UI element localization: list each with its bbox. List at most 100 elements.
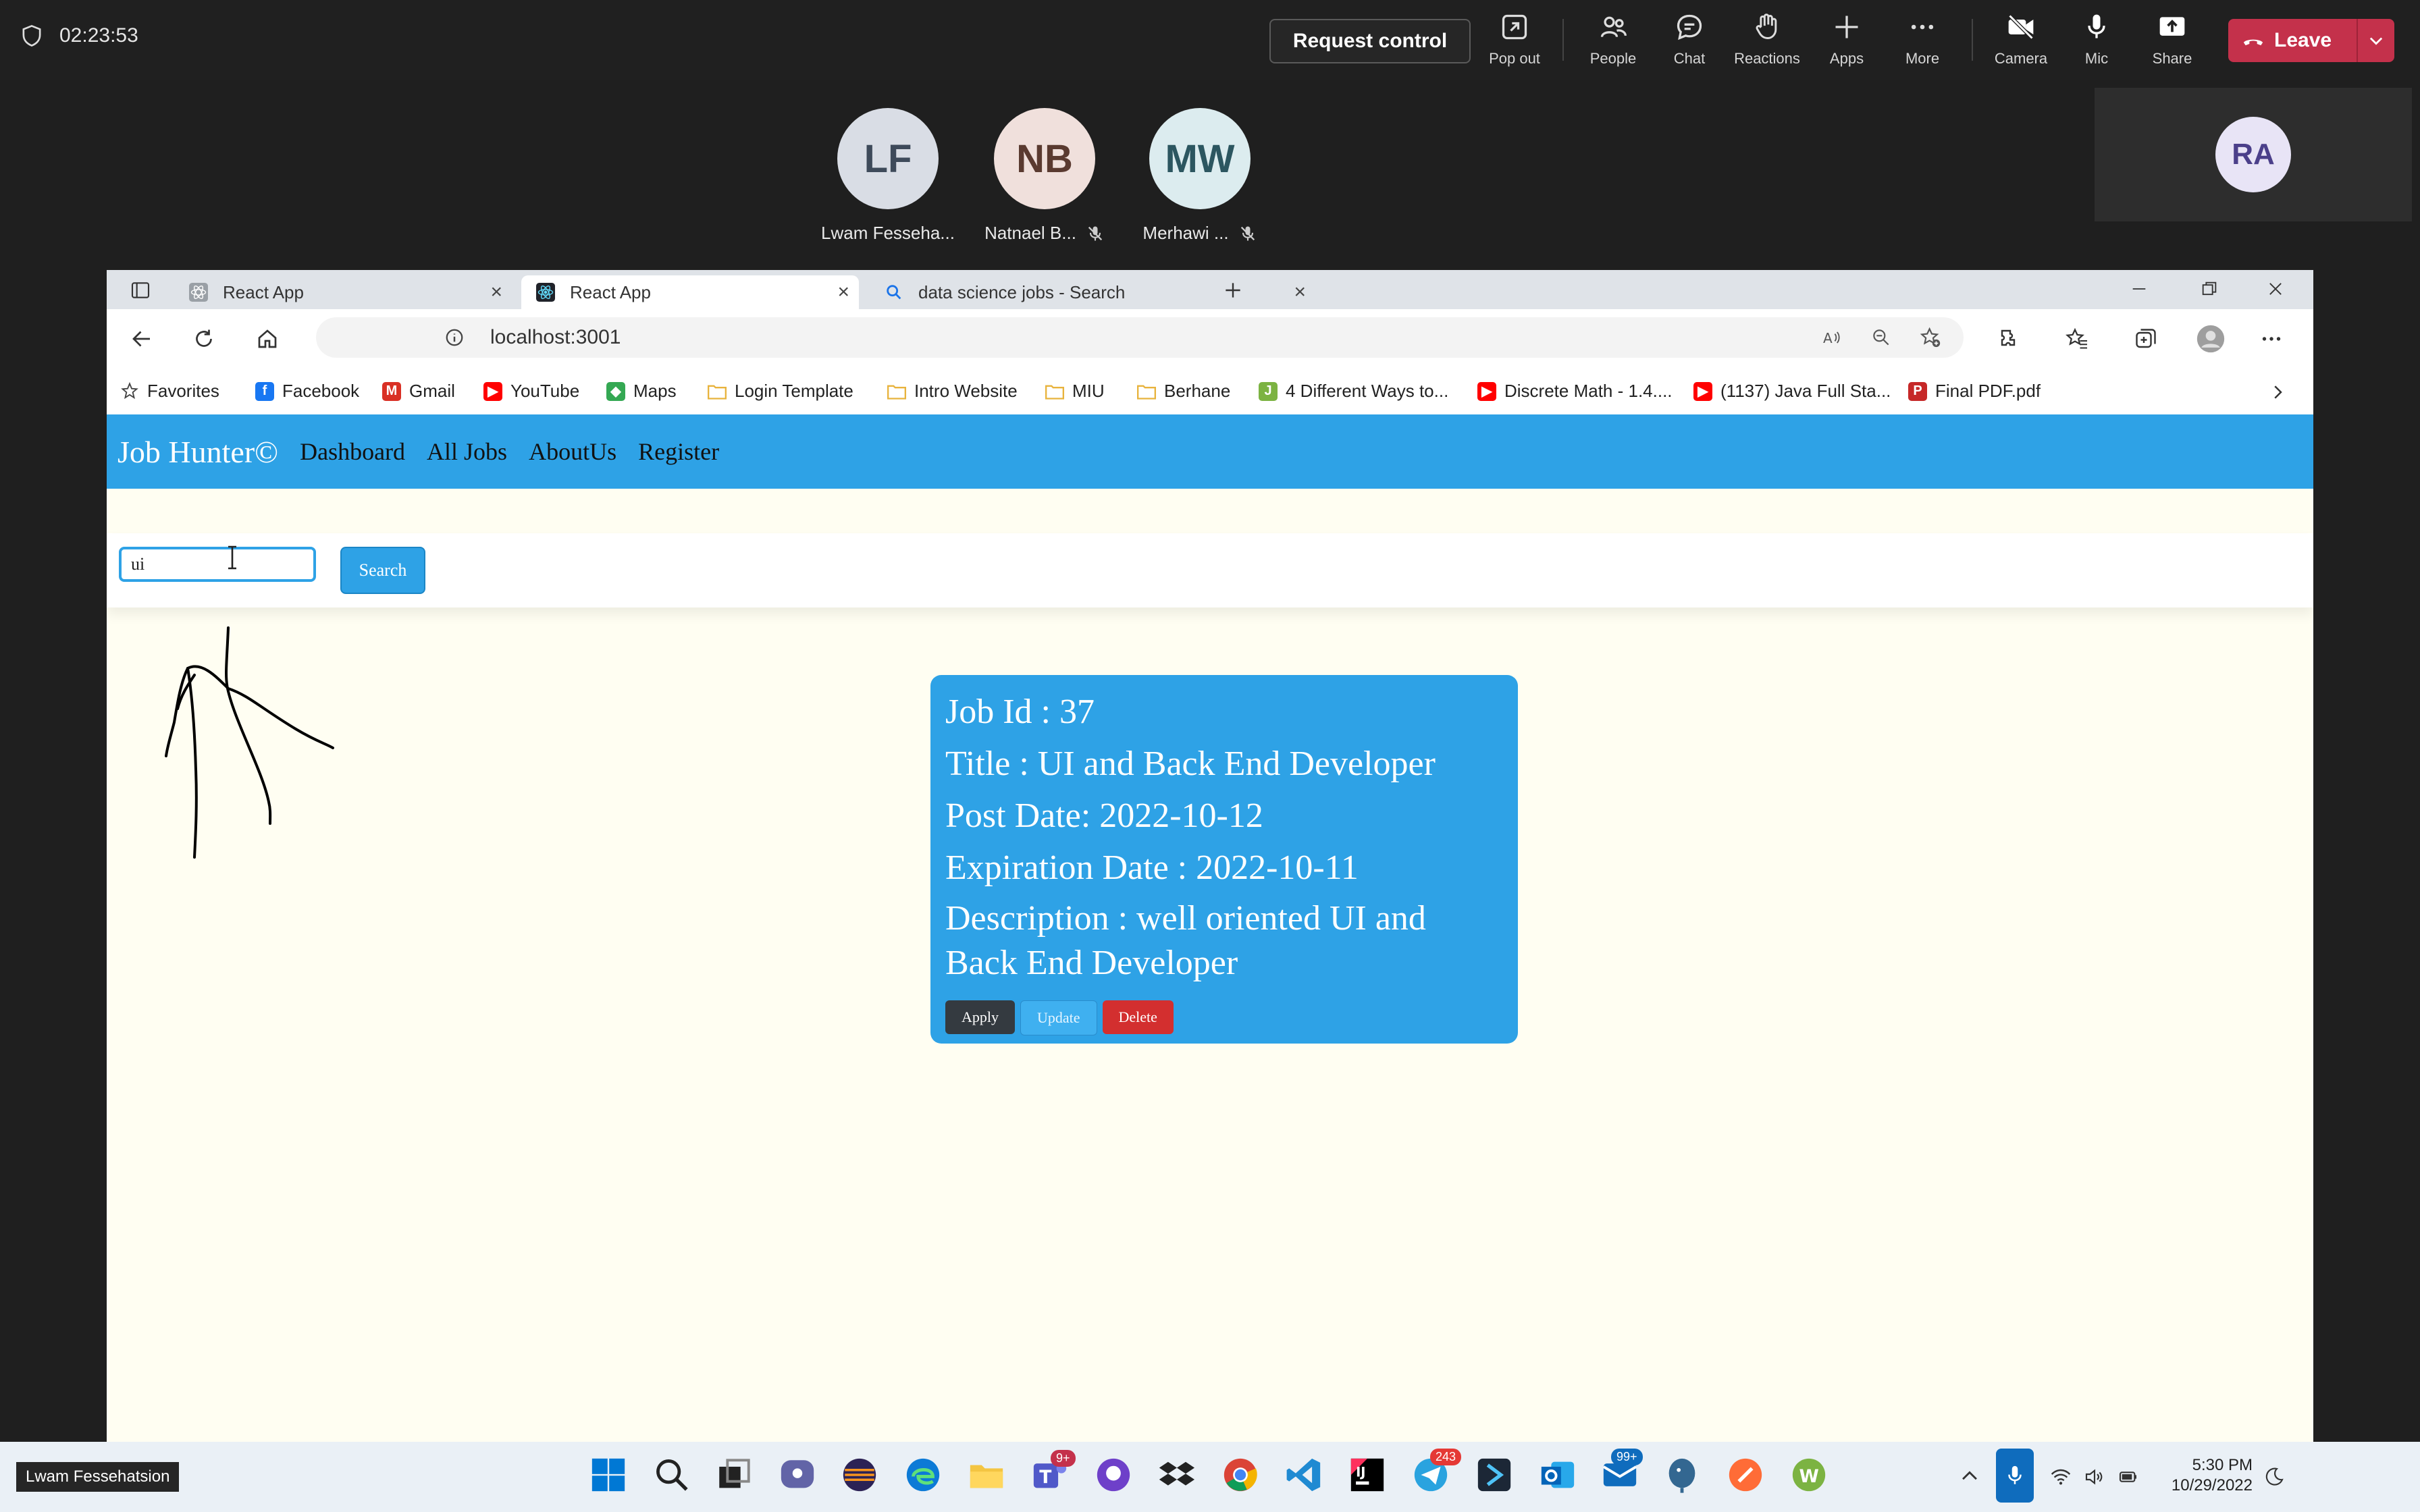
close-window-icon[interactable]: [2266, 279, 2285, 298]
search-icon[interactable]: [652, 1455, 691, 1494]
zoom-out-icon[interactable]: [1870, 327, 1892, 348]
nav-link-about-us[interactable]: AboutUs: [529, 437, 616, 466]
chat-button[interactable]: Chat: [1652, 12, 1727, 73]
volume-icon[interactable]: [2084, 1466, 2105, 1488]
battery-icon[interactable]: [2118, 1466, 2139, 1488]
edge-icon[interactable]: [903, 1455, 943, 1494]
browser-tab-strip: React App × React App × data science job…: [107, 270, 2313, 309]
focus-moon-icon[interactable]: [2263, 1466, 2285, 1488]
browser-tab[interactable]: data science jobs - Search ×: [870, 275, 1315, 309]
participant-tile[interactable]: MW Merhawi ...: [1122, 108, 1278, 244]
profile-icon[interactable]: [2196, 324, 2226, 354]
favorite-item[interactable]: MIU: [1045, 381, 1105, 402]
participant-tile[interactable]: LF Lwam Fesseha...: [810, 108, 966, 244]
info-icon[interactable]: [444, 327, 465, 348]
microphone-icon: [2088, 14, 2105, 38]
app-brand[interactable]: Job Hunter©: [117, 434, 278, 470]
nav-link-dashboard[interactable]: Dashboard: [300, 437, 405, 466]
teams-chat-icon[interactable]: [778, 1455, 817, 1494]
favorite-item[interactable]: ◆ Maps: [606, 381, 677, 402]
address-bar[interactable]: localhost:3001 A: [316, 317, 1964, 358]
reactions-button[interactable]: Reactions: [1730, 12, 1804, 73]
favorite-item[interactable]: Login Template: [708, 381, 853, 402]
nav-link-all-jobs[interactable]: All Jobs: [427, 437, 507, 466]
camera-button[interactable]: Camera: [1984, 12, 2058, 73]
dropbox-icon[interactable]: [1157, 1455, 1196, 1494]
search-button[interactable]: Search: [340, 547, 425, 594]
wifi-icon[interactable]: [2050, 1466, 2072, 1488]
toolbar-divider: [1972, 19, 1973, 61]
meeting-timer: 02:23:53: [22, 24, 138, 47]
browser-tab-active[interactable]: React App ×: [521, 275, 859, 309]
collections-icon[interactable]: [2134, 327, 2158, 351]
mic-button[interactable]: Mic: [2059, 12, 2134, 73]
favorites-bar: Favorites f Facebook M Gmail ▶ YouTube ◆ Maps Log…: [107, 370, 2313, 415]
favorite-item[interactable]: M Gmail: [382, 381, 455, 402]
extensions-icon[interactable]: [1996, 327, 2020, 351]
favorite-item[interactable]: ▶ (1137) Java Full Sta...: [1693, 381, 1891, 402]
add-favorite-icon[interactable]: [1919, 326, 1942, 349]
close-tab-icon[interactable]: ×: [490, 281, 502, 304]
nav-link-register[interactable]: Register: [638, 437, 719, 466]
favorite-item[interactable]: ▶ YouTube: [483, 381, 579, 402]
task-view-icon[interactable]: [714, 1455, 754, 1494]
favorite-item[interactable]: Berhane: [1137, 381, 1230, 402]
browser-tab[interactable]: React App ×: [174, 275, 512, 309]
settings-menu-icon[interactable]: [2259, 327, 2284, 351]
intellij-icon[interactable]: IJ: [1348, 1455, 1387, 1494]
self-video-tile[interactable]: RA: [2095, 88, 2412, 221]
leave-options-button[interactable]: [2358, 31, 2394, 50]
favorites-icon[interactable]: [2065, 327, 2089, 351]
windows-start-icon[interactable]: [589, 1455, 628, 1494]
pop-out-button[interactable]: Pop out: [1477, 12, 1552, 73]
address-toolbar: localhost:3001 A: [107, 309, 2313, 370]
share-button[interactable]: Share: [2135, 12, 2209, 73]
file-explorer-icon[interactable]: [967, 1455, 1006, 1494]
refresh-icon[interactable]: [192, 327, 216, 351]
star-icon: [120, 381, 139, 401]
favorite-item[interactable]: f Facebook: [255, 381, 359, 402]
favorite-item[interactable]: ▶ Discrete Math - 1.4....: [1477, 381, 1673, 402]
eclipse-icon[interactable]: [840, 1455, 879, 1494]
search-input[interactable]: [119, 547, 316, 582]
system-clock[interactable]: 5:30 PM 10/29/2022: [2158, 1455, 2253, 1496]
close-tab-icon[interactable]: ×: [1294, 281, 1306, 304]
participant-tile[interactable]: NB Natnael B...: [967, 108, 1122, 244]
apply-button[interactable]: Apply: [945, 1000, 1015, 1034]
restore-icon[interactable]: [2200, 279, 2219, 298]
windows-taskbar: T 9+ IJ 243 99+ W 5:30 PM 10/29/2022: [0, 1442, 2420, 1512]
favorite-label: Maps: [633, 381, 677, 401]
people-button[interactable]: People: [1576, 12, 1650, 73]
delete-button[interactable]: Delete: [1102, 1000, 1174, 1034]
chrome-icon[interactable]: [1221, 1455, 1260, 1494]
close-tab-icon[interactable]: ×: [837, 281, 849, 304]
mic-indicator-button[interactable]: [1996, 1449, 2034, 1503]
more-button[interactable]: More: [1885, 12, 1959, 73]
outlook-icon[interactable]: [1538, 1455, 1577, 1494]
favorite-item[interactable]: Intro Website: [887, 381, 1018, 402]
update-button[interactable]: Update: [1020, 1000, 1097, 1035]
wamp-icon[interactable]: W: [1789, 1455, 1829, 1494]
vscode-icon[interactable]: [1284, 1455, 1323, 1494]
minimize-icon[interactable]: [2130, 279, 2149, 298]
postman-icon[interactable]: [1726, 1455, 1765, 1494]
chevron-right-icon[interactable]: [2267, 382, 2288, 402]
read-aloud-icon[interactable]: A: [1820, 327, 1842, 348]
request-control-button[interactable]: Request control: [1269, 19, 1471, 63]
favorite-item[interactable]: P Final PDF.pdf: [1908, 381, 2041, 402]
home-icon[interactable]: [255, 327, 280, 351]
github-icon[interactable]: [1094, 1455, 1133, 1494]
favorite-label: Intro Website: [914, 381, 1018, 401]
tab-actions-icon[interactable]: [130, 279, 151, 301]
leave-button[interactable]: Leave: [2228, 19, 2394, 62]
apps-button[interactable]: Apps: [1810, 12, 1884, 73]
new-tab-icon[interactable]: [1222, 279, 1244, 301]
svg-text:A: A: [1823, 330, 1833, 346]
cursor-app-icon[interactable]: [1475, 1455, 1514, 1494]
chevron-up-icon[interactable]: [1958, 1465, 1981, 1488]
favorite-item[interactable]: Favorites: [120, 381, 219, 402]
favorite-item[interactable]: J 4 Different Ways to...: [1259, 381, 1448, 402]
postgresql-icon[interactable]: [1662, 1455, 1702, 1494]
people-icon: [1600, 16, 1627, 38]
back-arrow-icon[interactable]: [130, 327, 154, 351]
